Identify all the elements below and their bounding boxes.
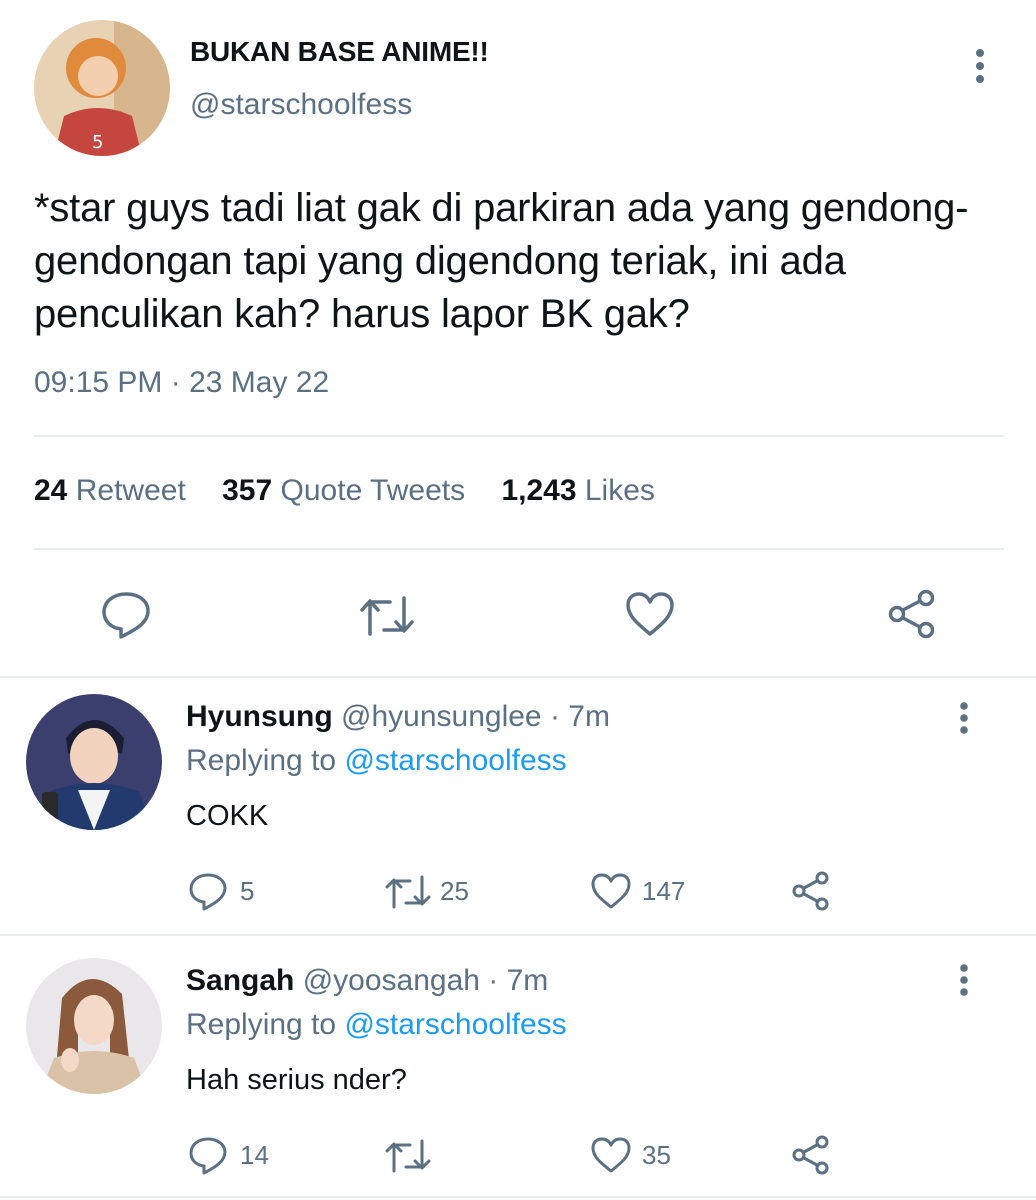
username-handle[interactable]: @starschoolfess bbox=[190, 88, 412, 122]
like-count: 35 bbox=[642, 1140, 671, 1170]
replying-to: Replying to @starschoolfess bbox=[186, 744, 567, 778]
divider bbox=[34, 548, 1004, 550]
divider bbox=[0, 1196, 1036, 1198]
share-icon[interactable] bbox=[790, 1134, 832, 1176]
retweet-icon[interactable] bbox=[358, 594, 416, 638]
retweet-stat[interactable]: 24 Retweet bbox=[34, 474, 186, 507]
display-name[interactable]: BUKAN BASE ANIME!! bbox=[190, 36, 489, 68]
divider bbox=[34, 435, 1004, 437]
more-options-icon[interactable] bbox=[962, 46, 998, 86]
replying-label: Replying to bbox=[186, 744, 337, 777]
replying-to: Replying to @starschoolfess bbox=[186, 1008, 567, 1042]
reply-time: · 7m bbox=[488, 964, 549, 997]
reply-text: COKK bbox=[186, 800, 269, 832]
like-count: 147 bbox=[642, 876, 686, 906]
replying-to-link[interactable]: @starschoolfess bbox=[344, 1008, 566, 1041]
reply-handle[interactable]: @hyunsunglee bbox=[341, 700, 542, 733]
svg-text:5: 5 bbox=[92, 132, 103, 153]
reply-header: Sangah @yoosangah · 7m bbox=[186, 964, 548, 998]
tweet-stats: 24 Retweet 357 Quote Tweets 1,243 Likes bbox=[34, 474, 683, 508]
likes-stat[interactable]: 1,243 Likes bbox=[501, 474, 654, 507]
reply-header: Hyunsung @hyunsunglee · 7m bbox=[186, 700, 610, 734]
profile-avatar[interactable]: 5 bbox=[34, 20, 170, 156]
reply-avatar[interactable] bbox=[26, 958, 162, 1094]
reply-handle[interactable]: @yoosangah bbox=[303, 964, 480, 997]
reply-count: 5 bbox=[240, 876, 255, 906]
share-icon[interactable] bbox=[886, 588, 938, 640]
retweet-count: 25 bbox=[440, 876, 469, 906]
like-icon[interactable] bbox=[590, 1136, 632, 1174]
reply-time: · 7m bbox=[549, 700, 610, 733]
quote-tweets-stat[interactable]: 357 Quote Tweets bbox=[222, 474, 465, 507]
like-icon[interactable] bbox=[590, 872, 632, 910]
reply-icon[interactable] bbox=[188, 872, 228, 912]
replying-to-link[interactable]: @starschoolfess bbox=[344, 744, 566, 777]
like-icon[interactable] bbox=[624, 590, 676, 638]
reply-avatar[interactable] bbox=[26, 694, 162, 830]
more-options-icon[interactable] bbox=[946, 962, 982, 998]
divider bbox=[0, 676, 1036, 678]
tweet-text: *star guys tadi liat gak di parkiran ada… bbox=[34, 186, 969, 336]
reply-count: 14 bbox=[240, 1140, 269, 1170]
reply-display-name[interactable]: Sangah bbox=[186, 964, 294, 997]
reply-display-name[interactable]: Hyunsung bbox=[186, 700, 333, 733]
reply-icon[interactable] bbox=[100, 590, 152, 640]
retweet-icon[interactable] bbox=[384, 874, 432, 910]
retweet-icon[interactable] bbox=[384, 1138, 432, 1174]
tweet-timestamp[interactable]: 09:15 PM · 23 May 22 bbox=[34, 366, 329, 400]
reply-icon[interactable] bbox=[188, 1136, 228, 1176]
divider bbox=[0, 934, 1036, 936]
share-icon[interactable] bbox=[790, 870, 832, 912]
reply-text: Hah serius nder? bbox=[186, 1064, 407, 1096]
more-options-icon[interactable] bbox=[946, 700, 982, 736]
replying-label: Replying to bbox=[186, 1008, 337, 1041]
